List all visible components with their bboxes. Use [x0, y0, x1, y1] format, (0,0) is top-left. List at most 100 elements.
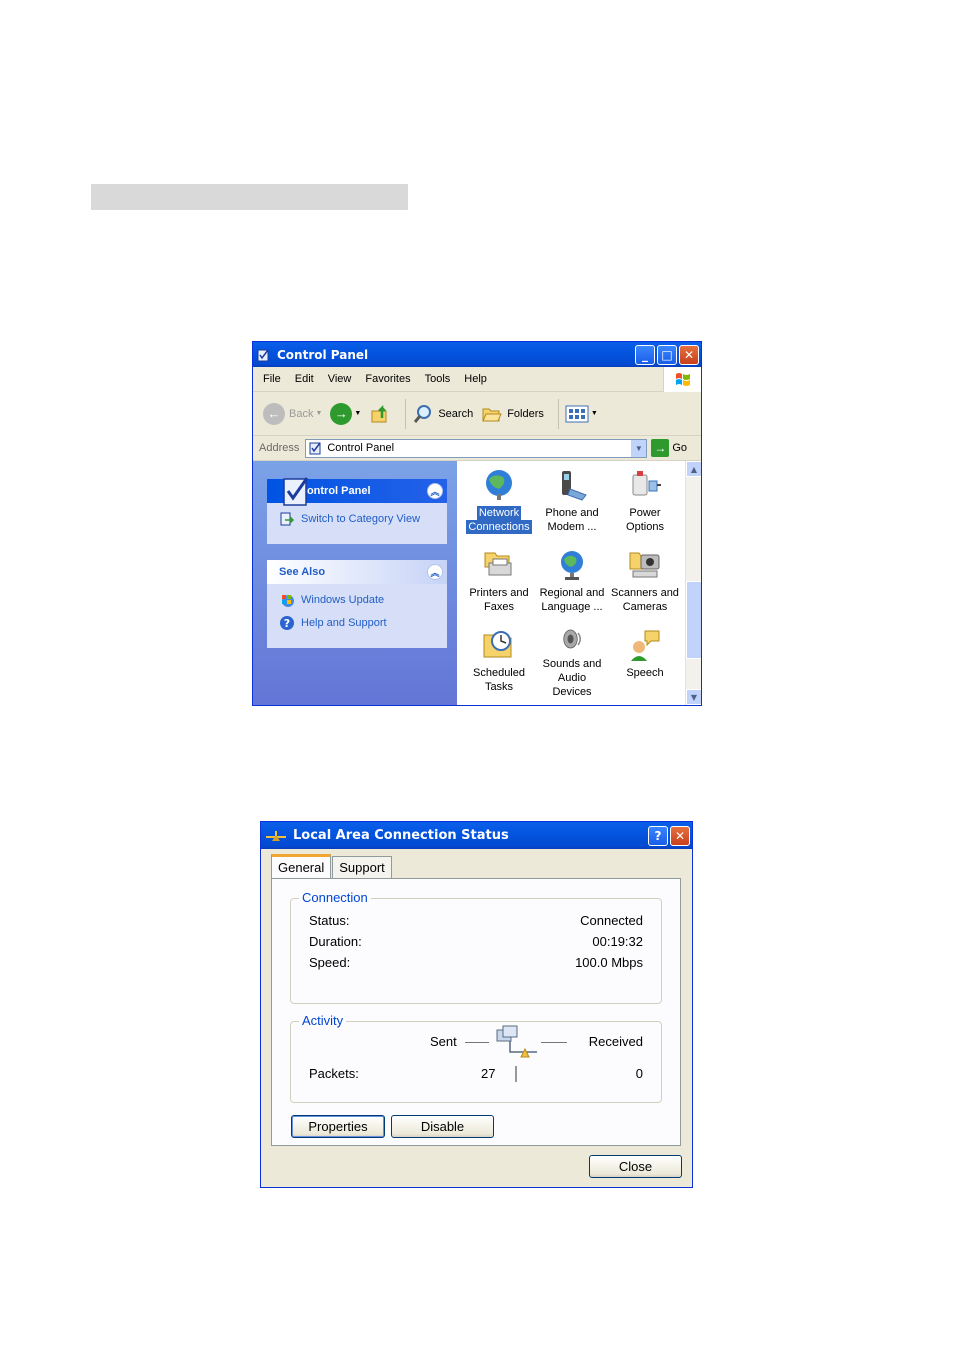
close-button[interactable]: ✕ — [679, 344, 699, 365]
regional-language-item[interactable]: Regional and Language ... — [536, 547, 608, 619]
address-input[interactable]: Control Panel ▼ — [305, 438, 648, 458]
see-also-title: See Also — [279, 566, 326, 578]
windows-logo-icon — [663, 367, 701, 392]
duration-row: Duration: 00:19:32 — [309, 934, 643, 949]
forward-arrow-icon: → — [330, 402, 353, 425]
dialog-title: Local Area Connection Status — [293, 828, 509, 843]
menu-view[interactable]: View — [328, 373, 352, 385]
lan-status-dialog: Local Area Connection Status ? ✕ General… — [260, 821, 693, 1188]
status-row: Status: Connected — [309, 913, 643, 928]
up-folder-icon — [371, 404, 387, 422]
back-button[interactable]: ← Back ▼ — [263, 402, 322, 425]
packets-divider — [515, 1066, 517, 1082]
lan-status-titlebar[interactable]: Local Area Connection Status ? ✕ — [261, 822, 692, 849]
tab-support[interactable]: Support — [332, 856, 392, 878]
folders-button[interactable]: Folders — [481, 403, 544, 425]
duration-value: 00:19:32 — [592, 934, 643, 949]
connection-legend: Connection — [299, 890, 371, 905]
toolbar-separator — [557, 398, 559, 429]
power-options-item[interactable]: Power Options — [609, 467, 681, 539]
views-dropdown-icon: ▼ — [590, 410, 598, 417]
go-button[interactable]: → Go — [651, 439, 687, 457]
scanners-cameras-icon — [629, 552, 660, 578]
collapse-chevron-icon[interactable]: ︽ — [427, 564, 443, 580]
network-connections-item[interactable]: Network Connections — [463, 467, 535, 539]
menu-help[interactable]: Help — [464, 373, 487, 385]
packets-label: Packets: — [309, 1066, 359, 1081]
address-label: Address — [259, 442, 300, 454]
tab-general[interactable]: General — [271, 854, 332, 878]
icon-pane: Network Connections Phone and Modem ... — [457, 461, 701, 705]
vertical-scrollbar[interactable]: ▲ ▼ — [685, 461, 701, 705]
general-tab-panel: Connection Status: Connected Duration: 0… — [271, 878, 681, 1146]
tab-strip: General Support — [271, 854, 393, 878]
phone-modem-item[interactable]: Phone and Modem ... — [536, 467, 608, 539]
control-panel-task-header[interactable]: Control Panel ︽ — [267, 477, 447, 506]
help-button[interactable]: ? — [648, 825, 668, 846]
maximize-button[interactable]: □ — [657, 344, 677, 365]
up-folder-button[interactable] — [369, 403, 391, 425]
close-icon: ✕ — [683, 347, 695, 362]
control-panel-body: Control Panel ︽ Switch to Category View — [253, 461, 701, 705]
control-panel-titlebar[interactable]: Control Panel _ □ ✕ — [253, 342, 701, 367]
scroll-up-icon[interactable]: ▲ — [686, 461, 701, 477]
switch-view-icon — [280, 512, 295, 526]
control-panel-task-box: Control Panel ︽ Switch to Category View — [267, 477, 447, 544]
scroll-down-icon[interactable]: ▼ — [686, 689, 701, 705]
printers-faxes-item[interactable]: Printers and Faxes — [463, 547, 535, 619]
icon-label: Regional and — [539, 587, 605, 599]
see-also-box: See Also ︽ Windows Update ? Help and Sup… — [267, 560, 447, 648]
icon-label: Network — [476, 506, 522, 520]
windows-update-link[interactable]: Windows Update — [279, 592, 437, 608]
power-options-icon — [632, 471, 661, 496]
speed-label: Speed: — [309, 955, 351, 970]
icon-label: Power Options — [626, 507, 664, 533]
minimize-button[interactable]: _ — [635, 344, 655, 365]
status-value: Connected — [580, 913, 643, 928]
switch-category-view-link[interactable]: Switch to Category View — [279, 511, 437, 527]
window-title: Control Panel — [277, 347, 369, 362]
icon-label: Connections — [466, 520, 532, 534]
search-icon — [414, 404, 432, 423]
close-dialog-button[interactable]: Close — [589, 1155, 682, 1178]
speech-item[interactable]: Speech — [609, 627, 681, 699]
icon-label: Scheduled — [473, 667, 525, 679]
sent-label: Sent — [430, 1034, 457, 1049]
packets-sent-value: 27 — [481, 1066, 496, 1081]
scanners-cameras-item[interactable]: Scanners and Cameras — [609, 547, 681, 619]
properties-button[interactable]: Properties — [291, 1115, 385, 1138]
forward-button[interactable]: → ▼ — [330, 402, 361, 425]
address-dropdown-icon[interactable]: ▼ — [630, 439, 647, 457]
toolbar-separator — [405, 398, 407, 429]
scheduled-tasks-item[interactable]: Scheduled Tasks — [463, 627, 535, 699]
icon-label: Phone and — [545, 507, 599, 519]
windows-update-icon — [282, 595, 294, 607]
menu-tools[interactable]: Tools — [425, 373, 451, 385]
menu-edit[interactable]: Edit — [295, 373, 314, 385]
collapse-chevron-icon[interactable]: ︽ — [427, 483, 443, 499]
sounds-audio-item[interactable]: Sounds and Audio Devices — [536, 627, 608, 699]
icon-label: Audio Devices — [552, 672, 592, 698]
toolbar: ← Back ▼ → ▼ Search Folders ▼ — [253, 392, 701, 436]
packets-received-value: 0 — [635, 1066, 643, 1081]
help-and-support-link[interactable]: ? Help and Support — [279, 615, 437, 631]
disable-button[interactable]: Disable — [391, 1115, 494, 1138]
icon-label: Language ... — [541, 601, 603, 613]
see-also-header[interactable]: See Also ︽ — [267, 560, 447, 584]
icon-label: Modem ... — [547, 521, 597, 533]
menu-favorites[interactable]: Favorites — [365, 373, 410, 385]
address-value: Control Panel — [327, 442, 395, 454]
scroll-thumb[interactable] — [686, 581, 701, 659]
views-button[interactable]: ▼ — [565, 404, 598, 424]
views-icon — [565, 405, 589, 422]
gray-highlight-bar — [91, 184, 408, 210]
speed-row: Speed: 100.0 Mbps — [309, 955, 643, 970]
control-panel-large-icon — [283, 477, 309, 506]
icon-label: Sounds and — [542, 658, 602, 670]
network-connection-icon — [266, 830, 286, 841]
search-button[interactable]: Search — [412, 403, 473, 425]
minimize-icon: _ — [642, 347, 648, 362]
menu-file[interactable]: File — [263, 373, 281, 385]
activity-legend: Activity — [299, 1013, 347, 1028]
close-button[interactable]: ✕ — [670, 825, 690, 846]
